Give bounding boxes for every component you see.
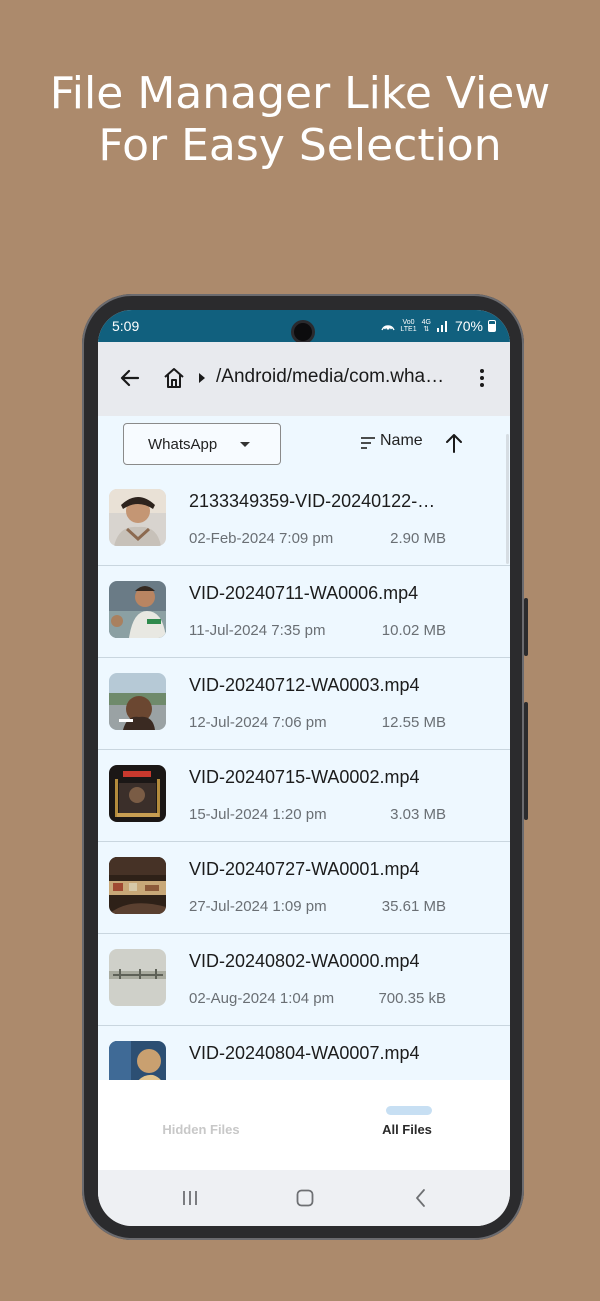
- video-thumbnail: [109, 765, 166, 822]
- breadcrumb-chevron-icon: [199, 373, 205, 383]
- status-icons: Vo0 LTE1 4G ⇅ 70%: [381, 318, 496, 334]
- signal-icon: [436, 321, 447, 332]
- file-date: 11-Jul-2024 7:35 pm: [189, 622, 326, 639]
- file-row[interactable]: VID-20240711-WA0006.mp4 11-Jul-2024 7:35…: [98, 566, 510, 658]
- lte-label: LTE1: [400, 326, 417, 333]
- arrow-left-icon[interactable]: [118, 366, 142, 390]
- recent-apps-icon[interactable]: [179, 1187, 201, 1209]
- gen-label: 4G: [421, 319, 431, 326]
- file-size: 3.03 MB: [390, 806, 446, 823]
- bottom-tabs: Hidden Files All Files: [98, 1080, 510, 1170]
- file-date: 02-Feb-2024 7:09 pm: [189, 530, 334, 547]
- file-size: 12.55 MB: [381, 714, 446, 731]
- power-button: [524, 702, 528, 820]
- volume-up-button: [524, 598, 528, 656]
- file-name: VID-20240715-WA0002.mp4: [189, 767, 420, 787]
- chevron-down-icon: [240, 442, 250, 447]
- file-name: 2133349359-VID-20240122-…: [189, 491, 436, 511]
- tab-all-files[interactable]: All Files: [304, 1080, 510, 1170]
- app-bar: /Android/media/com.wha…: [98, 342, 510, 416]
- file-row[interactable]: VID-20240727-WA0001.mp4 27-Jul-2024 1:09…: [98, 842, 510, 934]
- front-camera: [291, 320, 315, 344]
- data-gen: 4G ⇅: [421, 319, 431, 333]
- file-row[interactable]: VID-20240712-WA0003.mp4 12-Jul-2024 7:06…: [98, 658, 510, 750]
- folder-dropdown-label: WhatsApp: [148, 436, 218, 453]
- system-nav-bar: [98, 1170, 510, 1226]
- status-bar: 5:09 Vo0 LTE1 4G ⇅ 70%: [98, 310, 510, 344]
- file-row[interactable]: 2133349359-VID-20240122-… 02-Feb-2024 7:…: [98, 474, 510, 566]
- status-time: 5:09: [112, 318, 140, 334]
- promo-headline: File Manager Like View For Easy Selectio…: [0, 68, 600, 172]
- volte-label: Vo0: [402, 319, 415, 326]
- arrow-up-icon[interactable]: [443, 432, 465, 454]
- sort-label[interactable]: Name: [380, 432, 423, 450]
- video-thumbnail: [109, 581, 166, 638]
- promo-line-2: For Easy Selection: [98, 120, 502, 171]
- file-name: VID-20240802-WA0000.mp4: [189, 951, 420, 971]
- file-size: 700.35 kB: [378, 990, 446, 1007]
- file-date: 02-Aug-2024 1:04 pm: [189, 990, 335, 1007]
- file-date: 15-Jul-2024 1:20 pm: [189, 806, 327, 823]
- phone-screen: 5:09 Vo0 LTE1 4G ⇅ 70% /Android/media/co…: [98, 310, 510, 1226]
- hotspot-icon: [381, 325, 396, 331]
- breadcrumb-path[interactable]: /Android/media/com.wha…: [216, 366, 448, 388]
- home-nav-icon[interactable]: [294, 1187, 316, 1209]
- file-name: VID-20240712-WA0003.mp4: [189, 675, 420, 695]
- file-list-area: WhatsApp Name 2133349359-VID-20240122-…: [98, 416, 510, 1080]
- battery-icon: [488, 320, 496, 332]
- battery-percent: 70%: [454, 318, 483, 334]
- tab-all-files-label: All Files: [382, 1122, 432, 1137]
- file-size: 2.90 MB: [390, 530, 446, 547]
- file-name: VID-20240727-WA0001.mp4: [189, 859, 420, 879]
- more-vert-icon[interactable]: [470, 366, 494, 390]
- file-size: 10.02 MB: [381, 622, 446, 639]
- file-row[interactable]: VID-20240802-WA0000.mp4 02-Aug-2024 1:04…: [98, 934, 510, 1026]
- file-row[interactable]: VID-20240715-WA0002.mp4 15-Jul-2024 1:20…: [98, 750, 510, 842]
- file-date: 27-Jul-2024 1:09 pm: [189, 898, 327, 915]
- tab-hidden-files-label: Hidden Files: [162, 1122, 240, 1137]
- file-name: VID-20240711-WA0006.mp4: [189, 583, 419, 603]
- folder-dropdown[interactable]: WhatsApp: [123, 423, 281, 465]
- home-icon[interactable]: [162, 366, 186, 390]
- file-list: 2133349359-VID-20240122-… 02-Feb-2024 7:…: [98, 474, 510, 1080]
- file-row[interactable]: VID-20240804-WA0007.mp4: [98, 1026, 510, 1080]
- file-name: VID-20240804-WA0007.mp4: [189, 1043, 420, 1063]
- video-thumbnail: [109, 489, 166, 546]
- network-label: Vo0 LTE1: [400, 319, 416, 333]
- video-thumbnail: [109, 949, 166, 1006]
- back-nav-icon[interactable]: [410, 1187, 432, 1209]
- file-size: 35.61 MB: [381, 898, 446, 915]
- file-date: 12-Jul-2024 7:06 pm: [189, 714, 327, 731]
- sort-icon[interactable]: [360, 436, 378, 450]
- promo-line-1: File Manager Like View: [49, 68, 551, 119]
- tab-active-indicator: [386, 1106, 432, 1115]
- video-thumbnail: [109, 1041, 166, 1080]
- tab-hidden-files[interactable]: Hidden Files: [98, 1080, 304, 1170]
- video-thumbnail: [109, 857, 166, 914]
- video-thumbnail: [109, 673, 166, 730]
